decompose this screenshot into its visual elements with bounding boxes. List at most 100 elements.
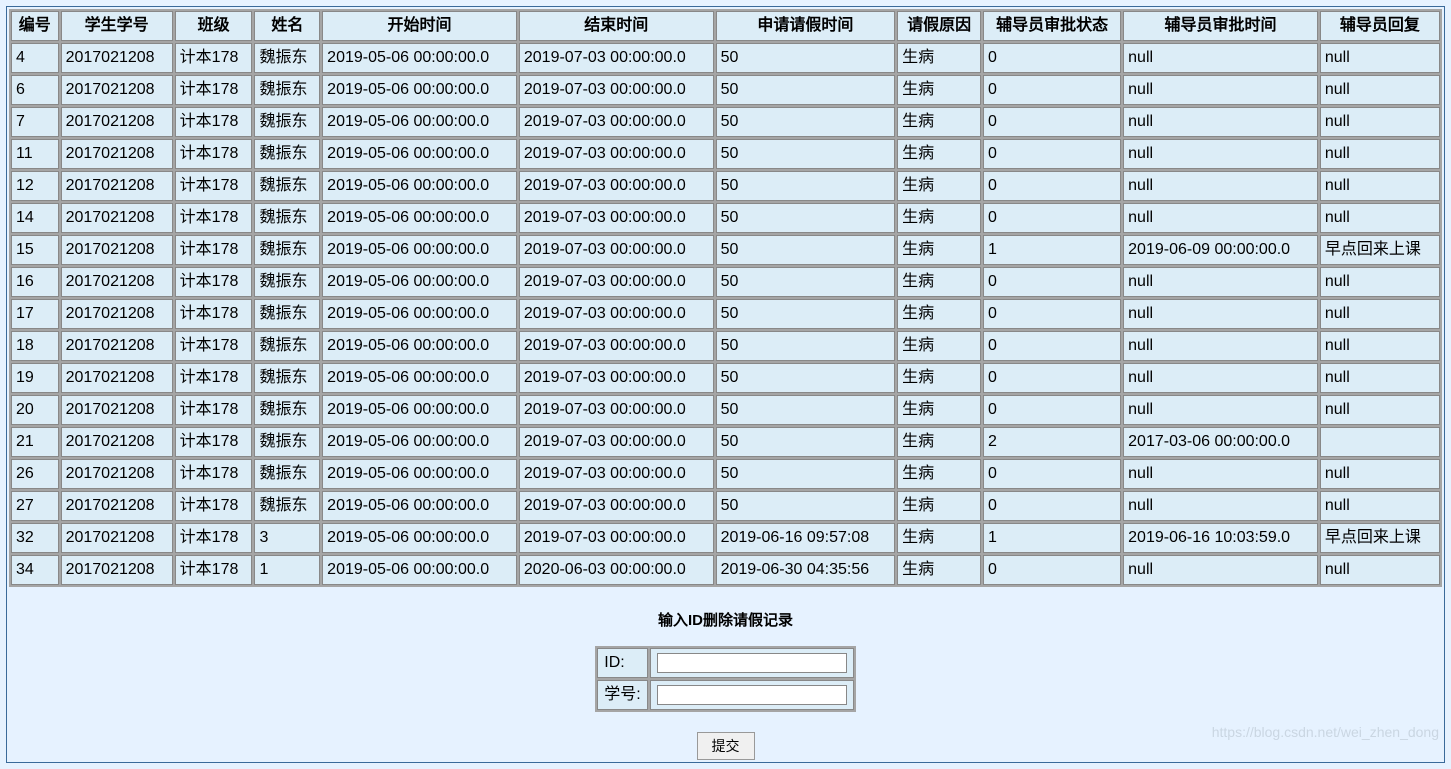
cell: 2019-07-03 00:00:00.0 [519,395,714,425]
cell: 2019-05-06 00:00:00.0 [322,523,517,553]
col-header-2: 班级 [175,11,253,41]
cell: 3 [254,523,320,553]
cell: 6 [11,75,59,105]
table-row: 192017021208计本178魏振东2019-05-06 00:00:00.… [11,363,1440,393]
col-header-7: 请假原因 [897,11,981,41]
cell: null [1320,75,1440,105]
cell: 计本178 [175,107,253,137]
cell: 2019-05-06 00:00:00.0 [322,267,517,297]
cell: 2017021208 [61,267,173,297]
cell: 2019-05-06 00:00:00.0 [322,491,517,521]
table-row: 112017021208计本178魏振东2019-05-06 00:00:00.… [11,139,1440,169]
cell: 2017021208 [61,107,173,137]
cell: 生病 [897,107,981,137]
cell: null [1123,491,1318,521]
col-header-9: 辅导员审批时间 [1123,11,1318,41]
cell: 2017021208 [61,459,173,489]
id-input-cell [650,648,854,678]
cell: 27 [11,491,59,521]
cell: 14 [11,203,59,233]
cell: 2017021208 [61,427,173,457]
cell: 魏振东 [254,171,320,201]
delete-form-table: ID: 学号: [595,646,855,712]
cell: 2019-05-06 00:00:00.0 [322,427,517,457]
cell: 50 [716,395,896,425]
cell: 50 [716,43,896,73]
cell: 2019-07-03 00:00:00.0 [519,363,714,393]
cell: 0 [983,139,1121,169]
cell: 50 [716,139,896,169]
cell: 0 [983,203,1121,233]
submit-button[interactable]: 提交 [697,732,755,760]
table-row: 272017021208计本178魏振东2019-05-06 00:00:00.… [11,491,1440,521]
cell: 2019-07-03 00:00:00.0 [519,491,714,521]
cell: 1 [983,523,1121,553]
form-row-student-no: 学号: [597,680,853,710]
cell: 0 [983,171,1121,201]
cell: 15 [11,235,59,265]
submit-wrap: 提交 [9,732,1442,760]
cell: null [1320,267,1440,297]
cell: null [1320,203,1440,233]
cell: 生病 [897,267,981,297]
cell: null [1123,75,1318,105]
cell: null [1320,363,1440,393]
cell: null [1123,107,1318,137]
cell: 2017021208 [61,523,173,553]
id-input[interactable] [657,653,847,673]
cell: 生病 [897,171,981,201]
cell: 2017021208 [61,331,173,361]
cell: 2019-05-06 00:00:00.0 [322,299,517,329]
cell: null [1123,139,1318,169]
cell: 魏振东 [254,203,320,233]
cell: 50 [716,299,896,329]
cell: 20 [11,395,59,425]
cell: null [1320,395,1440,425]
cell: 2019-07-03 00:00:00.0 [519,523,714,553]
table-row: 212017021208计本178魏振东2019-05-06 00:00:00.… [11,427,1440,457]
cell: 2019-07-03 00:00:00.0 [519,299,714,329]
cell: 生病 [897,555,981,585]
cell: 2019-05-06 00:00:00.0 [322,363,517,393]
cell: 2 [983,427,1121,457]
cell: null [1320,491,1440,521]
cell: 50 [716,491,896,521]
cell: 魏振东 [254,459,320,489]
cell: 计本178 [175,331,253,361]
cell: 2020-06-03 00:00:00.0 [519,555,714,585]
cell: null [1123,555,1318,585]
cell: 生病 [897,235,981,265]
cell: 生病 [897,203,981,233]
cell: 2017021208 [61,139,173,169]
cell: 魏振东 [254,43,320,73]
cell: 2019-07-03 00:00:00.0 [519,427,714,457]
cell: 50 [716,75,896,105]
cell: 1 [254,555,320,585]
cell: null [1320,299,1440,329]
student-no-label: 学号: [597,680,647,710]
cell: 魏振东 [254,363,320,393]
cell: 32 [11,523,59,553]
cell: 0 [983,459,1121,489]
cell: 计本178 [175,363,253,393]
cell: 2019-07-03 00:00:00.0 [519,107,714,137]
cell: 12 [11,171,59,201]
cell: 2017021208 [61,203,173,233]
cell: 魏振东 [254,395,320,425]
table-row: 152017021208计本178魏振东2019-05-06 00:00:00.… [11,235,1440,265]
cell: 生病 [897,363,981,393]
cell: 计本178 [175,395,253,425]
cell: 计本178 [175,523,253,553]
cell: 2019-05-06 00:00:00.0 [322,235,517,265]
cell: 生病 [897,331,981,361]
cell: 50 [716,427,896,457]
cell: 计本178 [175,459,253,489]
table-row: 322017021208计本17832019-05-06 00:00:00.02… [11,523,1440,553]
leave-records-table: 编号学生学号班级姓名开始时间结束时间申请请假时间请假原因辅导员审批状态辅导员审批… [9,9,1442,587]
cell: 50 [716,459,896,489]
cell: 2019-05-06 00:00:00.0 [322,43,517,73]
student-no-input[interactable] [657,685,847,705]
cell: null [1123,171,1318,201]
table-row: 172017021208计本178魏振东2019-05-06 00:00:00.… [11,299,1440,329]
cell: 50 [716,107,896,137]
